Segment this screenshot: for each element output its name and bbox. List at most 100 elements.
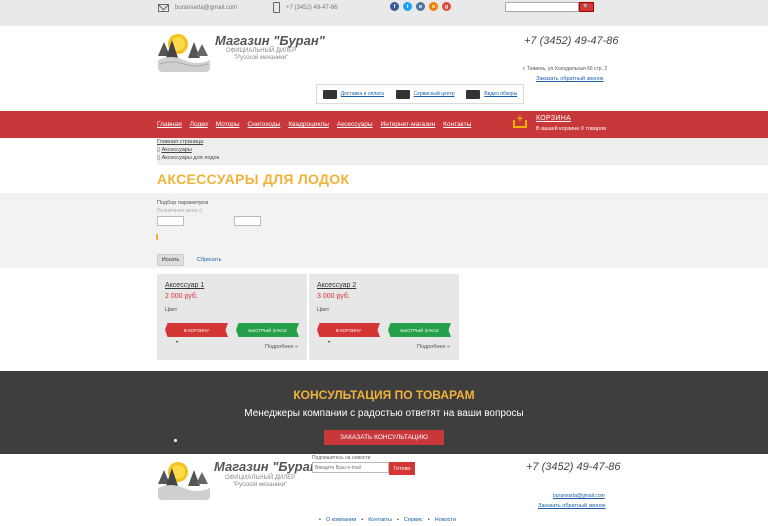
top-bar: buranvarta@gmail.com +7 (3452) 49-47-86 … [0, 0, 768, 26]
search-input[interactable] [505, 2, 579, 12]
social-links: ftвоg [390, 2, 451, 11]
logo-sub-line2: "Русской механики" [233, 55, 289, 61]
filter-title: Подбор параметров [157, 200, 209, 206]
header-phone[interactable]: +7 (3452) 49-47-86 [524, 35, 618, 47]
price-slider-handle[interactable] [156, 234, 158, 240]
product-price: 3 000 руб. [317, 293, 350, 300]
chevron-down-icon: ▯ [199, 208, 203, 214]
top-phone[interactable]: +7 (3452) 49-47-86 [273, 2, 338, 13]
footer-link[interactable]: Новости [435, 517, 456, 523]
footer-logo-image[interactable] [158, 458, 210, 500]
footer-logo-sub-line2: "Русской механики" [232, 482, 288, 488]
phone-icon [273, 2, 280, 13]
service-link[interactable]: Видео обзоры [466, 89, 517, 99]
breadcrumb-accessories-link[interactable]: Аксессуары [162, 147, 192, 153]
price-filter-label[interactable]: Розничная цена ▯ [157, 208, 202, 214]
add-to-cart-button[interactable]: В КОРЗИНУ [317, 323, 380, 337]
bullet: • [319, 517, 321, 523]
nav-item[interactable]: Аксессуары [337, 121, 373, 128]
order-consultation-button[interactable]: ЗАКАЗАТЬ КОНСУЛЬТАЦИЮ [324, 430, 444, 445]
nav-item[interactable]: Снегоходы [248, 121, 281, 128]
odnoklassniki-icon[interactable]: о [429, 2, 438, 11]
top-phone-text: +7 (3452) 49-47-86 [286, 4, 338, 11]
footer-link[interactable]: Сервис [404, 517, 423, 523]
twitter-icon[interactable]: t [403, 2, 412, 11]
breadcrumb-current: ▯ Аксессуары для лодок [157, 155, 220, 161]
add-to-cart-button[interactable]: В КОРЗИНУ [165, 323, 228, 337]
filter-reset-button[interactable]: Сбросить [197, 257, 221, 263]
service-center-icon [395, 89, 410, 99]
nav-item[interactable]: Главная [157, 121, 182, 128]
bullet: • [328, 340, 331, 346]
footer-link[interactable]: О компании [326, 517, 356, 523]
filter-search-button[interactable]: Искать [157, 254, 184, 266]
page-title: АКСЕССУАРЫ ДЛЯ ЛОДОК [157, 171, 350, 187]
nav-item[interactable]: Контакты [443, 121, 471, 128]
product-name[interactable]: Аксессуар 1 [165, 282, 204, 289]
bullet: • [176, 340, 179, 346]
nav-item[interactable]: Моторы [216, 121, 240, 128]
price-min-input[interactable] [157, 216, 184, 226]
nav-item[interactable]: Квадроциклы [288, 121, 329, 128]
service-link[interactable]: Сервисный центр [395, 89, 455, 99]
footer-links: • О компании • Контакты • Сервис • Новости [319, 517, 456, 523]
main-nav: Главная Лодки Моторы Снегоходы Квадроциклы Ак… [0, 111, 768, 138]
breadcrumb-home[interactable]: Главная страница [157, 139, 203, 145]
mail-icon [158, 4, 169, 12]
product-price: 2 000 руб. [165, 293, 198, 300]
cart-widget[interactable]: + КОРЗИНА В вашей корзине 0 товаров [512, 114, 606, 133]
newsletter-label: Подпишитесь на новости [312, 455, 371, 461]
logo-sub-line1: ОФИЦИАЛЬНЫЙ ДИЛЕР [226, 48, 297, 54]
product-name[interactable]: Аксессуар 2 [317, 282, 356, 289]
price-max-input[interactable] [234, 216, 261, 226]
footer-phone[interactable]: +7 (3452) 49-47-86 [526, 461, 620, 473]
service-link-label[interactable]: Доставка и оплата [341, 91, 384, 97]
header-address: г. Тюмень, ул.Холодильная 66 стр. 2 [523, 66, 608, 72]
filter-panel [0, 193, 768, 268]
nav-item[interactable]: Интернет-магазин [381, 121, 436, 128]
service-link-label[interactable]: Сервисный центр [414, 91, 455, 97]
breadcrumb [0, 138, 768, 165]
logo-image[interactable] [158, 30, 210, 72]
footer-callback-link[interactable]: Заказать обратный звонок [538, 503, 606, 509]
breadcrumb-current-text: Аксессуары для лодок [161, 155, 220, 161]
top-email[interactable]: buranvarta@gmail.com [158, 4, 237, 12]
googleplus-icon[interactable]: g [442, 2, 451, 11]
services-bar: Доставка и оплата Сервисный центр Видео об… [316, 84, 524, 104]
product-more-link[interactable]: Подробнее » [417, 344, 450, 350]
bullet: • [427, 517, 430, 523]
footer-logo-subtitle: ОФИЦИАЛЬНЫЙ ДИЛЕР "Русской механики" [225, 475, 295, 489]
bullet: • [396, 517, 399, 523]
footer-email[interactable]: buranvarta@gmail.com [553, 493, 605, 499]
top-email-text: buranvarta@gmail.com [175, 5, 238, 11]
price-filter-label-text: Розничная цена [157, 208, 198, 214]
facebook-icon[interactable]: f [390, 2, 399, 11]
product-card: Аксессуар 1 2 000 руб. Цвет В КОРЗИНУ БЫ… [157, 274, 307, 360]
newsletter-email-input[interactable] [312, 462, 389, 473]
site-search: 🔍 [505, 2, 594, 12]
service-link-label[interactable]: Видео обзоры [484, 91, 517, 97]
service-link[interactable]: Доставка и оплата [322, 89, 384, 99]
bullet [174, 439, 177, 442]
cart-count-text: В вашей корзине 0 товаров [536, 126, 606, 132]
nav-item[interactable]: Лодки [190, 121, 208, 128]
callback-link[interactable]: Заказать обратный звонок [536, 76, 604, 82]
cart-title[interactable]: КОРЗИНА [536, 115, 606, 122]
footer-logo-sub-line1: ОФИЦИАЛЬНЫЙ ДИЛЕР [225, 475, 296, 481]
product-more-link[interactable]: Подробнее » [265, 344, 298, 350]
logo-title[interactable]: Магазин "Буран" [215, 33, 325, 48]
truck-icon [322, 89, 337, 99]
newsletter-submit-button[interactable]: Готово [389, 462, 415, 475]
breadcrumb-accessories[interactable]: ▯ Аксессуары [157, 147, 192, 153]
product-color-label: Цвет [165, 307, 178, 313]
quick-order-button[interactable]: БЫСТРЫЙ ЗАКАЗ [388, 323, 451, 337]
vk-icon[interactable]: в [416, 2, 425, 11]
search-button[interactable]: 🔍 [579, 2, 594, 12]
quick-order-button[interactable]: БЫСТРЫЙ ЗАКАЗ [236, 323, 299, 337]
product-card: Аксессуар 2 3 000 руб. Цвет В КОРЗИНУ БЫ… [309, 274, 459, 360]
cart-icon: + [512, 114, 530, 133]
footer-link[interactable]: Контакты [368, 517, 392, 523]
footer-logo-title[interactable]: Магазин "Буран" [214, 459, 324, 474]
product-color-label: Цвет [317, 307, 330, 313]
video-icon [466, 89, 481, 99]
